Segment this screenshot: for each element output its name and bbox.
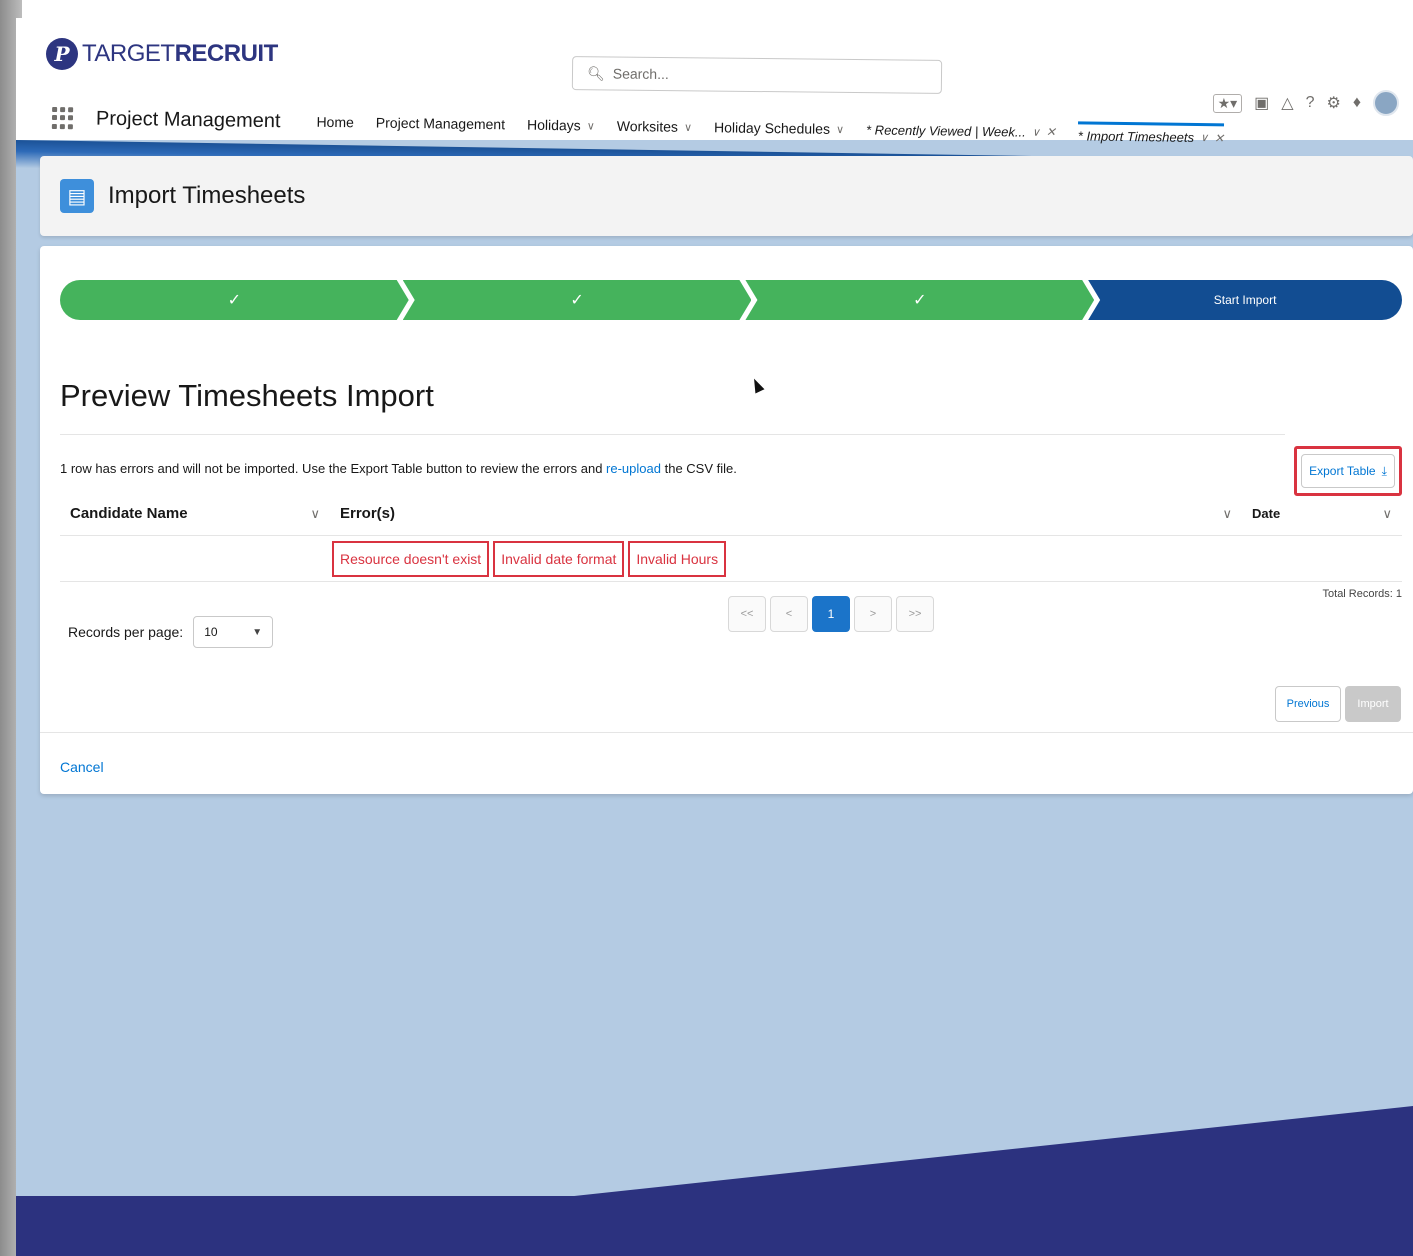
tab-recently-viewed[interactable]: * Recently Viewed | Week... ∨ ✕: [866, 122, 1056, 140]
help-icon[interactable]: ?: [1306, 94, 1315, 112]
last-page-button[interactable]: >>: [896, 596, 934, 632]
chevron-down-icon[interactable]: ∨: [1200, 131, 1208, 144]
export-table-highlight: Export Table ⤓: [1294, 446, 1402, 496]
wizard-actions: Previous Import: [1275, 686, 1401, 722]
close-icon[interactable]: ✕: [1214, 131, 1224, 145]
pagination-bar: Records per page: 10 ▼ << < 1 > >> Total…: [60, 582, 1402, 672]
divider: [60, 434, 1285, 435]
page-button-current[interactable]: 1: [812, 596, 850, 632]
chevron-down-icon[interactable]: ∨: [587, 119, 595, 132]
re-upload-link[interactable]: re-upload: [606, 461, 661, 476]
brand-logo[interactable]: P TARGETRECRUIT: [46, 38, 278, 70]
checkmark-icon: ✓: [227, 292, 242, 309]
bell-icon[interactable]: ♦: [1353, 94, 1361, 112]
next-page-button[interactable]: >: [854, 596, 892, 632]
favorites-star-icon[interactable]: ★▾: [1212, 93, 1243, 113]
export-table-label: Export Table: [1309, 464, 1376, 478]
path-step-start-import[interactable]: Start Import: [1088, 280, 1402, 320]
table-header-row: Candidate Name ∨ Error(s) ∨ Date ∨: [60, 492, 1402, 536]
previous-page-button[interactable]: <: [770, 596, 808, 632]
nav-item-holiday-schedules[interactable]: Holiday Schedules ∨: [714, 119, 844, 137]
path-step-label: Start Import: [1213, 293, 1277, 307]
card-footer: Cancel: [40, 732, 1413, 794]
chevron-down-icon[interactable]: ∨: [310, 506, 320, 522]
nav-item-home[interactable]: Home: [316, 114, 354, 131]
setup-assistant-icon[interactable]: △: [1281, 93, 1293, 113]
error-badge: Invalid Hours: [628, 540, 727, 577]
chevron-down-icon[interactable]: ∨: [684, 120, 692, 133]
path-step-complete[interactable]: ✓: [403, 280, 752, 320]
section-title: Preview Timesheets Import: [60, 378, 434, 413]
add-icon[interactable]: ▣: [1254, 93, 1269, 113]
search-placeholder: Search...: [612, 65, 669, 83]
global-search-input[interactable]: 🔍︎ Search...: [571, 56, 943, 94]
card-body: ✓ ✓ ✓ Start Import Preview Timesheets Im…: [60, 280, 1402, 672]
timesheet-object-icon: ▤: [60, 179, 94, 213]
utility-bar: ★▾ ▣ △ ? ⚙ ♦: [1212, 90, 1399, 116]
chevron-down-icon[interactable]: ∨: [836, 122, 844, 135]
gear-icon[interactable]: ⚙: [1326, 93, 1340, 113]
avatar[interactable]: [1373, 90, 1399, 116]
app-launcher-icon[interactable]: [51, 107, 74, 129]
total-records: Total Records: 1: [1322, 588, 1402, 600]
error-badge: Invalid date format: [493, 540, 625, 577]
nav-item-holidays[interactable]: Holidays ∨: [527, 117, 595, 134]
checkmark-icon: ✓: [913, 292, 927, 309]
logo-mark-icon: P: [46, 38, 78, 70]
nav-item-worksites[interactable]: Worksites ∨: [617, 118, 692, 135]
table-row: Resource doesn't exist Invalid date form…: [60, 536, 1402, 582]
column-header-candidate-name[interactable]: Candidate Name ∨: [60, 505, 330, 522]
path-step-complete[interactable]: ✓: [60, 280, 409, 320]
records-per-page-label: Records per page:: [68, 624, 184, 640]
caret-down-icon: ▼: [252, 626, 263, 638]
import-button[interactable]: Import: [1345, 686, 1401, 722]
progress-path: ✓ ✓ ✓ Start Import: [60, 280, 1402, 320]
download-icon: ⤓: [1381, 463, 1387, 478]
app-name: Project Management: [95, 107, 281, 132]
chevron-down-icon[interactable]: ∨: [1382, 506, 1392, 522]
first-page-button[interactable]: <<: [728, 596, 766, 632]
tab-import-timesheets[interactable]: * Import Timesheets ∨ ✕: [1077, 121, 1225, 146]
column-header-errors[interactable]: Error(s) ∨: [330, 505, 1242, 522]
page-header: ▤ Import Timesheets: [40, 156, 1413, 236]
decorative-bottom-strip: [16, 1196, 1413, 1256]
app-window: P TARGETRECRUIT 🔍︎ Search... ★▾ ▣ △ ? ⚙ …: [16, 18, 1413, 1256]
error-summary-message: 1 row has errors and will not be importe…: [60, 461, 737, 476]
previous-button[interactable]: Previous: [1275, 686, 1341, 722]
records-per-page-select[interactable]: 10 ▼: [193, 616, 274, 648]
path-step-complete[interactable]: ✓: [745, 280, 1094, 320]
logo-text: TARGETRECRUIT: [82, 40, 278, 67]
column-header-date[interactable]: Date ∨: [1242, 506, 1402, 522]
chevron-down-icon[interactable]: ∨: [1032, 125, 1040, 138]
error-badge: Resource doesn't exist: [332, 540, 490, 577]
pager: << < 1 > >>: [728, 596, 934, 632]
checkmark-icon: ✓: [570, 292, 584, 309]
page-title: Import Timesheets: [108, 182, 306, 209]
cancel-link[interactable]: Cancel: [60, 759, 104, 775]
records-per-page: Records per page: 10 ▼: [68, 616, 274, 648]
search-icon: 🔍︎: [586, 64, 605, 81]
global-header: P TARGETRECRUIT 🔍︎ Search... ★▾ ▣ △ ? ⚙ …: [16, 18, 1413, 146]
import-wizard-card: ✓ ✓ ✓ Start Import Preview Timesheets Im…: [40, 246, 1413, 794]
nav-item-project-management[interactable]: Project Management: [376, 115, 505, 133]
preview-table: Candidate Name ∨ Error(s) ∨ Date ∨ Resource…: [60, 492, 1402, 582]
chevron-down-icon[interactable]: ∨: [1222, 506, 1232, 522]
export-table-button[interactable]: Export Table ⤓: [1301, 454, 1395, 488]
close-icon[interactable]: ✕: [1046, 125, 1056, 139]
